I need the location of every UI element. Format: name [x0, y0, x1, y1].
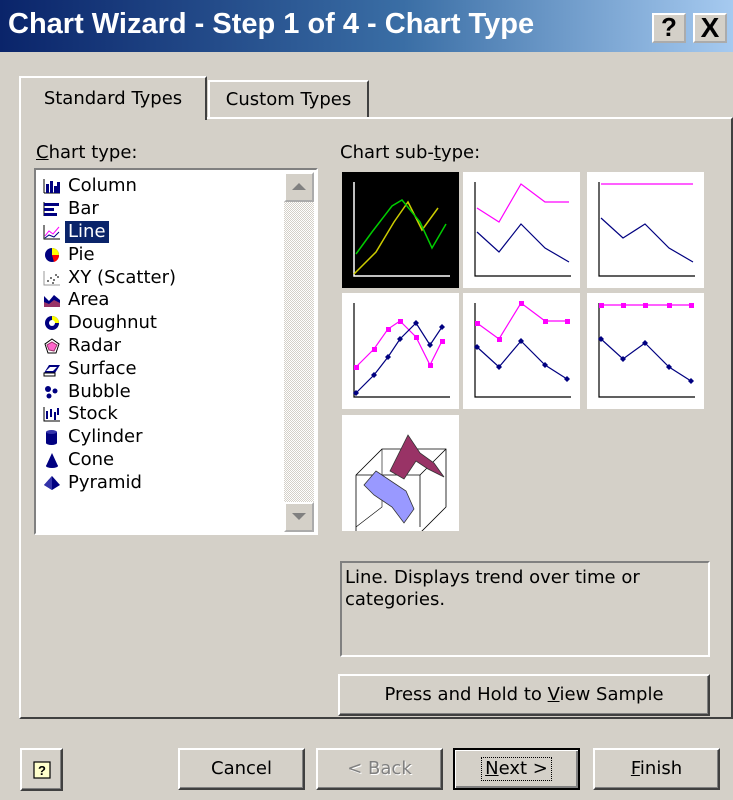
- cone-chart-icon: [42, 451, 62, 469]
- list-item-label: Area: [68, 289, 110, 311]
- surface-chart-icon: [42, 360, 62, 378]
- title-bar: Chart Wizard - Step 1 of 4 - Chart Type …: [0, 0, 733, 52]
- doughnut-chart-icon: [42, 314, 62, 332]
- list-item-pie[interactable]: Pie: [38, 243, 288, 266]
- list-item-label: Line: [65, 220, 109, 243]
- line-subtype-thumbnail: [353, 182, 450, 277]
- list-item-label: Stock: [68, 403, 118, 425]
- window-title: Chart Wizard - Step 1 of 4 - Chart Type: [8, 8, 535, 40]
- list-item-label: Radar: [68, 334, 121, 356]
- subtype-stacked-line[interactable]: [461, 170, 582, 290]
- list-item-label: Bar: [68, 198, 99, 220]
- scatter-chart-icon: [42, 269, 62, 287]
- list-item-cylinder[interactable]: Cylinder: [38, 426, 288, 449]
- subtype-100-stacked-line-markers[interactable]: [585, 291, 706, 411]
- cylinder-chart-icon: [42, 428, 62, 446]
- tab-standard-types[interactable]: Standard Types: [19, 76, 207, 120]
- radar-chart-icon: [42, 337, 62, 355]
- list-item-label: Column: [68, 175, 137, 197]
- column-chart-icon: [42, 177, 62, 195]
- list-item-radar[interactable]: Radar: [38, 335, 288, 358]
- list-item-label: Cylinder: [68, 426, 143, 448]
- chart-description: Line. Displays trend over time or catego…: [340, 561, 710, 657]
- help-icon: ?: [32, 760, 51, 779]
- list-item-xy-scatter[interactable]: XY (Scatter): [38, 266, 288, 289]
- back-button[interactable]: < Back: [316, 748, 443, 790]
- list-item-label: Cone: [68, 448, 115, 470]
- list-item-label: Doughnut: [68, 312, 157, 334]
- subtype-100-stacked-line[interactable]: [585, 170, 706, 290]
- tab-custom-types[interactable]: Custom Types: [208, 80, 369, 118]
- cancel-button[interactable]: Cancel: [178, 748, 305, 790]
- area-chart-icon: [42, 291, 62, 309]
- help-button[interactable]: ?: [20, 748, 63, 791]
- list-item-line[interactable]: Line: [38, 220, 288, 244]
- next-button[interactable]: Next >: [453, 748, 580, 790]
- arrow-down-icon: [292, 513, 306, 520]
- pie-chart-icon: [42, 246, 62, 264]
- list-item-pyramid[interactable]: Pyramid: [38, 471, 288, 494]
- bubble-chart-icon: [42, 383, 62, 401]
- pyramid-chart-icon: [42, 474, 62, 492]
- view-sample-button[interactable]: Press and Hold to View Sample: [338, 674, 710, 716]
- finish-button[interactable]: Finish: [593, 748, 720, 790]
- close-button[interactable]: X: [693, 13, 727, 43]
- subtype-3d-line[interactable]: [340, 413, 461, 533]
- list-item-label: Bubble: [68, 380, 131, 402]
- svg-text:?: ?: [38, 763, 46, 778]
- scroll-down-button[interactable]: [284, 502, 314, 532]
- scroll-up-button[interactable]: [284, 172, 314, 202]
- list-scrollbar[interactable]: [284, 172, 314, 532]
- list-item-label: XY (Scatter): [68, 266, 177, 288]
- line-chart-icon: [42, 223, 62, 241]
- subtype-line-markers[interactable]: [340, 291, 461, 411]
- list-item-doughnut[interactable]: Doughnut: [38, 312, 288, 335]
- chart-type-list[interactable]: Column Bar Line Pie XY (Scatter) Area Doughnut…: [34, 168, 318, 535]
- list-item-label: Pyramid: [68, 471, 142, 493]
- list-item-column[interactable]: Column: [38, 175, 288, 198]
- bar-chart-icon: [42, 200, 62, 218]
- subtype-stacked-line-markers[interactable]: [461, 291, 582, 411]
- stock-chart-icon: [42, 405, 62, 423]
- list-item-area[interactable]: Area: [38, 289, 288, 312]
- list-item-surface[interactable]: Surface: [38, 357, 288, 380]
- list-item-bar[interactable]: Bar: [38, 198, 288, 221]
- arrow-up-icon: [292, 183, 306, 190]
- list-item-label: Pie: [68, 243, 95, 265]
- list-item-stock[interactable]: Stock: [38, 403, 288, 426]
- list-item-bubble[interactable]: Bubble: [38, 380, 288, 403]
- list-item-cone[interactable]: Cone: [38, 449, 288, 472]
- list-item-label: Surface: [68, 357, 137, 379]
- subtype-line-selected[interactable]: [340, 170, 461, 290]
- help-title-button[interactable]: ?: [652, 13, 686, 43]
